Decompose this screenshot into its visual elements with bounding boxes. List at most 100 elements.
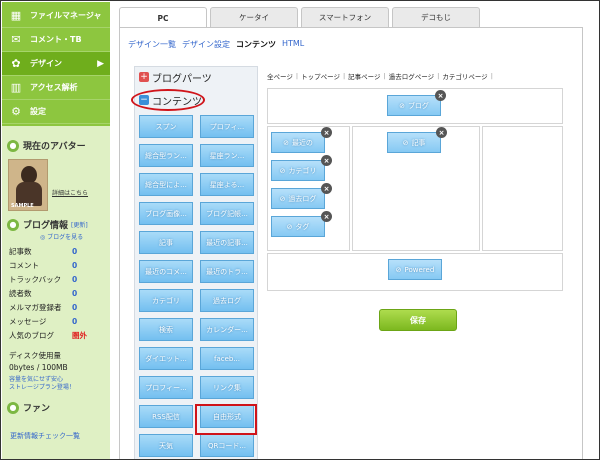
part-item[interactable]: 総合型によ... [139,173,193,196]
part-item[interactable]: 最近のコメ... [139,260,193,283]
tab-pc[interactable]: PC [119,7,207,28]
part-item[interactable]: QRコード... [200,434,254,457]
part-item[interactable]: 最近の記事... [200,231,254,254]
placed-part-blog[interactable]: ⊘ ブログ [387,95,441,116]
design-subnav: デザイン一覧 デザイン設定 コンテンツ HTML [128,39,310,50]
stat-value: 0 [72,246,78,256]
placed-part-label: Powered [404,265,435,274]
stat-row: メルマガ登録者 0 [9,300,110,314]
gear-icon: ⚙ [11,105,21,118]
placed-part-left[interactable]: ⊘ カテゴリ [271,160,325,181]
page-tab-all[interactable]: 全ページ [267,71,293,81]
remove-icon[interactable]: × [321,127,332,138]
nav-settings[interactable]: ⚙ 設定 [2,100,110,124]
part-item[interactable]: RSS配信 [139,405,193,428]
part-item[interactable]: プロフィ... [200,115,254,138]
part-item[interactable]: カレンダー... [200,318,254,341]
part-item[interactable]: リンク集 [200,376,254,399]
nav-design[interactable]: ✿ デザイン ▶ [2,52,110,76]
avatar-box: SAMPLE 詳細はこちら [8,159,104,211]
link-icon: ⊘ [283,138,289,147]
placed-part-label: 記事 [411,138,426,147]
blog-parts-header[interactable]: + ブログパーツ [135,67,257,87]
part-item[interactable]: 最近のトラ... [200,260,254,283]
part-item[interactable]: 過去ログ [200,289,254,312]
device-tabs: PC ケータイ スマートフォン デコもじ [119,7,483,28]
blog-info-update-link[interactable]: [更新] [71,220,88,229]
placed-part-left[interactable]: ⊘ タグ [271,216,325,237]
main-area: PC ケータイ スマートフォン デコもじ デザイン一覧 デザイン設定 コンテンツ… [119,7,583,459]
stat-row: 人気のブログ 圏外 [9,328,110,342]
window-frame: ▦ ファイルマネージャ ✉ コメント・TB ✿ デザイン ▶ ▥ アクセス解析 … [0,0,600,460]
nav-file-manager-label: ファイルマネージャ [30,11,102,20]
collapse-icon: − [139,95,149,105]
stat-label: 読者数 [9,288,32,298]
part-item[interactable]: 総合型ラン... [139,144,193,167]
placed-part-label: 過去ログ [288,194,317,203]
disk-usage: ディスク使用量 0bytes / 100MB 容量を気にせず安心 ストレージプラ… [2,350,110,392]
save-button[interactable]: 保存 [379,309,457,331]
stat-value: 0 [72,260,78,270]
placed-part-article[interactable]: ⊘ 記事 [387,132,441,153]
stat-row: メッセージ 0 [9,314,110,328]
part-item[interactable]: 星座ラン... [200,144,254,167]
avatar[interactable]: SAMPLE [8,159,48,211]
avatar-detail-link[interactable]: 詳細はこちら [52,188,88,197]
update-check-link[interactable]: 更新情報チェック一覧 [2,431,110,441]
page-tab-category[interactable]: カテゴリページ [442,71,487,81]
page-tab-top[interactable]: トップページ [301,71,340,81]
stat-value: 0 [72,274,78,284]
nav-analytics[interactable]: ▥ アクセス解析 [2,76,110,100]
part-item[interactable]: 天気 [139,434,193,457]
tab-decomoji[interactable]: デコもじ [392,7,480,27]
part-item[interactable]: カテゴリ [139,289,193,312]
subnav-design-list[interactable]: デザイン一覧 [128,39,176,50]
nav-comments[interactable]: ✉ コメント・TB [2,28,110,52]
view-blog-link[interactable]: ◎ ブログを見る [2,232,110,241]
remove-icon[interactable]: × [321,211,332,222]
stat-row: 読者数 0 [9,286,110,300]
placed-part-label: タグ [295,222,310,231]
part-item[interactable]: faceb... [200,347,254,370]
placed-part-left[interactable]: ⊘ 過去ログ [271,188,325,209]
nav-comments-label: コメント・TB [30,35,82,44]
chevron-right-icon: ▶ [97,58,104,69]
disk-value: 0bytes / 100MB [9,363,68,372]
storage-plan-link[interactable]: ストレージプラン登場！ [9,384,110,392]
subnav-design-settings[interactable]: デザイン設定 [182,39,230,50]
part-item[interactable]: プロフィー... [139,376,193,399]
page-tab-article[interactable]: 記事ページ [348,71,380,81]
remove-icon[interactable]: × [436,127,447,138]
part-item[interactable]: スプン [139,115,193,138]
placed-part-powered[interactable]: ⊘ Powered [388,259,442,280]
part-item[interactable]: 自由形式 [200,405,254,428]
blog-parts-label: ブログパーツ [152,73,212,85]
part-item[interactable]: ダイエット... [139,347,193,370]
stat-label: 記事数 [9,246,32,256]
part-item[interactable]: ブログ画像... [139,202,193,225]
storage-link[interactable]: 容量を気にせず安心 [9,376,110,384]
subnav-html[interactable]: HTML [282,39,304,50]
contents-label: コンテンツ [152,96,202,108]
nav-settings-label: 設定 [30,107,46,116]
nav-analytics-label: アクセス解析 [30,83,78,92]
bullet-icon: ● [7,139,19,152]
part-item[interactable]: ブログ記帳... [200,202,254,225]
part-item[interactable]: 記事 [139,231,193,254]
part-item[interactable]: 検索 [139,318,193,341]
remove-icon[interactable]: × [321,183,332,194]
bullet-icon: ● [7,401,19,414]
placed-part-left[interactable]: ⊘ 最近の [271,132,325,153]
tab-smartphone[interactable]: スマートフォン [301,7,389,27]
tab-mobile[interactable]: ケータイ [210,7,298,27]
page-tab-archive[interactable]: 過去ログページ [389,71,434,81]
remove-icon[interactable]: × [321,155,332,166]
part-item[interactable]: 星座よる... [200,173,254,196]
subnav-contents[interactable]: コンテンツ [236,39,276,50]
remove-icon[interactable]: × [435,90,446,101]
bullet-icon: ● [7,218,19,231]
contents-header[interactable]: − コンテンツ [135,90,257,110]
nav-file-manager[interactable]: ▦ ファイルマネージャ [2,4,110,28]
stat-row: 記事数 0 [9,244,110,258]
stat-row: トラックバック 0 [9,272,110,286]
